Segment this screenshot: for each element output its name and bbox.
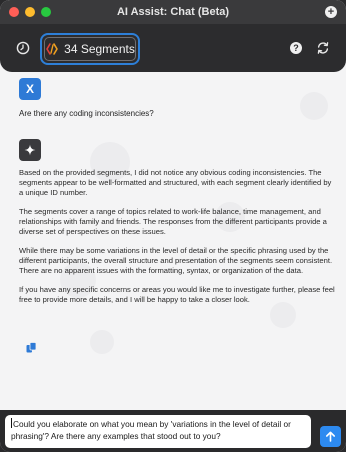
- input-area: Could you elaborate on what you mean by …: [0, 410, 346, 452]
- background-bubble: [90, 330, 114, 354]
- window-controls: [9, 7, 51, 17]
- toolbar: 34 Segments ?: [0, 24, 346, 72]
- app-window: AI Assist: Chat (Beta) + 34 Segments ? X…: [0, 0, 346, 452]
- user-avatar: X: [19, 78, 41, 100]
- segments-button[interactable]: 34 Segments: [40, 33, 140, 65]
- message-input-text: Could you elaborate on what you mean by …: [11, 419, 291, 441]
- maximize-window-button[interactable]: [41, 7, 51, 17]
- plus-icon[interactable]: +: [325, 6, 337, 18]
- title-bar: AI Assist: Chat (Beta) +: [0, 0, 346, 24]
- close-window-button[interactable]: [9, 7, 19, 17]
- ai-message: Based on the provided segments, I did no…: [19, 168, 335, 314]
- history-icon[interactable]: [16, 41, 30, 55]
- segments-icon: [46, 43, 58, 55]
- help-icon[interactable]: ?: [290, 42, 302, 54]
- sparkle-icon: [24, 144, 36, 156]
- copy-icon[interactable]: [26, 342, 37, 353]
- ai-paragraph: Based on the provided segments, I did no…: [19, 168, 332, 198]
- chat-area[interactable]: X Are there any coding inconsistencies? …: [0, 72, 346, 410]
- window-title: AI Assist: Chat (Beta): [116, 6, 230, 18]
- user-message: Are there any coding inconsistencies?: [19, 109, 154, 118]
- send-button[interactable]: [320, 426, 341, 447]
- ai-paragraph: If you have any specific concerns or are…: [19, 285, 335, 305]
- refresh-icon[interactable]: [316, 41, 330, 55]
- segments-label: 34 Segments: [64, 42, 135, 56]
- ai-paragraph: The segments cover a range of topics rel…: [19, 207, 327, 237]
- text-cursor: [11, 418, 12, 428]
- segments-button-inner: 34 Segments: [44, 37, 136, 61]
- arrow-up-icon: [326, 431, 335, 442]
- minimize-window-button[interactable]: [25, 7, 35, 17]
- background-bubble: [300, 92, 328, 120]
- ai-paragraph: While there may be some variations in th…: [19, 246, 333, 276]
- message-input[interactable]: Could you elaborate on what you mean by …: [5, 415, 311, 448]
- ai-avatar: [19, 139, 41, 161]
